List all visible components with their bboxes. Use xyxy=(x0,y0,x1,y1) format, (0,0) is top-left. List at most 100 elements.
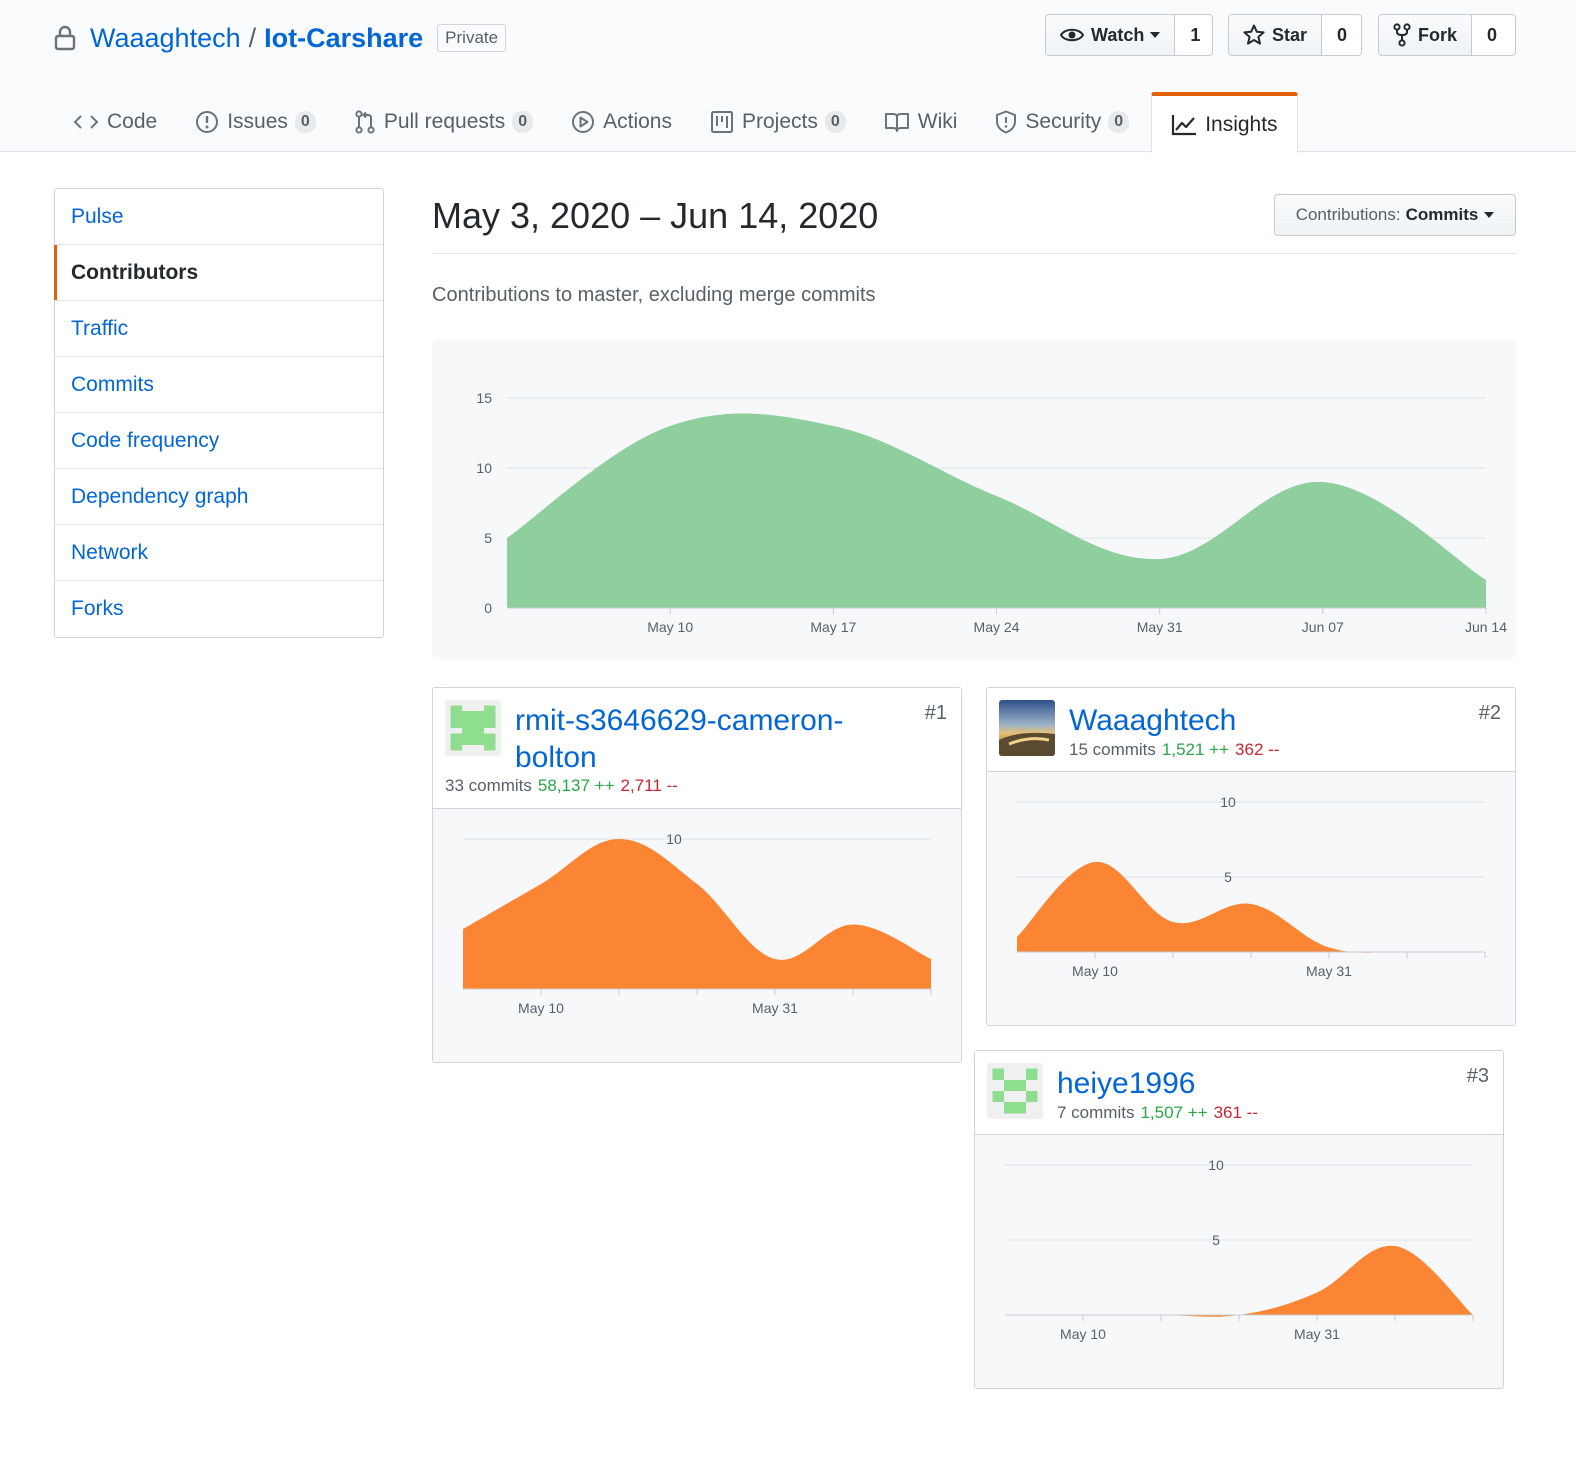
x-tick-label: May 31 xyxy=(1306,963,1352,979)
tab-wiki[interactable]: Wiki xyxy=(865,92,977,152)
contributor-name-link[interactable]: heiye1996 xyxy=(1057,1065,1195,1102)
tab-code[interactable]: Code xyxy=(54,92,176,152)
star-count[interactable]: 0 xyxy=(1322,15,1362,55)
pull-requests-counter: 0 xyxy=(512,111,534,133)
contributor-card-header: heiye1996 #3 7 commits 1,507 ++ 361 -- xyxy=(975,1051,1503,1135)
repo-name-link[interactable]: Iot-Carshare xyxy=(264,23,423,54)
identicon-avatar xyxy=(445,700,501,756)
y-tick-label: 10 xyxy=(1220,794,1236,810)
select-prefix: Contributions: xyxy=(1295,205,1401,224)
contributor-card-header: rmit-s3646629-cameron-bolton #1 33 commi… xyxy=(433,688,961,809)
issues-counter: 0 xyxy=(294,111,316,133)
book-icon xyxy=(884,113,909,132)
contributions-type-select[interactable]: Contributions: Commits xyxy=(1274,194,1516,236)
tab-actions-label: Actions xyxy=(603,110,672,133)
repo-owner-link[interactable]: Waaaghtech xyxy=(90,23,241,54)
commits-count-link[interactable]: 15 commits xyxy=(1069,740,1156,759)
contributor-stats: 15 commits 1,521 ++ 362 -- xyxy=(1069,740,1279,760)
tab-issues-label: Issues xyxy=(227,110,288,133)
date-range-heading: May 3, 2020 – Jun 14, 2020 xyxy=(432,195,879,236)
tab-actions[interactable]: Actions xyxy=(552,92,691,152)
contributor-card: heiye1996 #3 7 commits 1,507 ++ 361 -- 5 10… xyxy=(974,1050,1504,1389)
repo-title: Waaaghtech / Iot-Carshare Private xyxy=(54,18,507,58)
play-icon xyxy=(572,111,595,133)
contributor-stats: 33 commits 58,137 ++ 2,711 -- xyxy=(445,776,678,796)
fork-count[interactable]: 0 xyxy=(1472,15,1512,55)
sidebar-item-code-frequency[interactable]: Code frequency xyxy=(55,413,383,469)
code-icon xyxy=(73,115,99,129)
contributor-name-link[interactable]: Waaaghtech xyxy=(1069,702,1236,739)
watch-button[interactable]: Watch xyxy=(1046,15,1176,55)
graph-icon xyxy=(1172,114,1197,135)
tab-security[interactable]: Security 0 xyxy=(976,92,1148,152)
tab-wiki-label: Wiki xyxy=(917,110,958,133)
contributor-card-header: Waaaghtech #2 15 commits 1,521 ++ 362 -- xyxy=(987,688,1515,772)
select-value: Commits xyxy=(1405,205,1479,224)
y-tick-label: 15 xyxy=(476,390,492,406)
sidebar-item-contributors[interactable]: Contributors xyxy=(54,245,383,301)
x-tick-label: May 31 xyxy=(1294,1326,1340,1342)
x-tick-label: May 10 xyxy=(647,619,693,635)
commits-count-link[interactable]: 7 commits xyxy=(1057,1103,1134,1122)
tab-projects[interactable]: Projects 0 xyxy=(691,92,865,152)
avatar[interactable] xyxy=(999,700,1055,756)
y-tick-label: 10 xyxy=(476,460,492,476)
area-series xyxy=(507,413,1486,608)
tab-insights[interactable]: Insights xyxy=(1151,92,1298,153)
heading-divider xyxy=(432,253,1516,254)
deletions-count: 362 -- xyxy=(1235,740,1280,759)
avatar[interactable] xyxy=(987,1063,1043,1119)
contributor-area-chart: 5 10 May 10 May 31 xyxy=(1017,794,1486,979)
issue-icon xyxy=(196,111,219,133)
y-tick-label: 5 xyxy=(484,530,492,546)
tab-issues[interactable]: Issues 0 xyxy=(176,92,335,152)
overall-area-chart: 0 5 10 15 May 10 May 17 May 24 May 31 Jun 07 Jun … xyxy=(476,390,1507,635)
eye-icon xyxy=(1060,28,1084,42)
chevron-down-icon xyxy=(1484,212,1495,218)
deletions-count: 2,711 -- xyxy=(620,776,678,795)
watch-label: Watch xyxy=(1091,24,1145,45)
deletions-count: 361 -- xyxy=(1213,1103,1259,1122)
x-tick-label: May 10 xyxy=(1060,1326,1106,1342)
x-tick-label: May 10 xyxy=(1072,963,1118,979)
shield-icon xyxy=(996,110,1017,134)
y-tick-label: 5 xyxy=(1212,1232,1220,1248)
identicon-avatar xyxy=(987,1063,1043,1119)
additions-count: 58,137 ++ xyxy=(537,776,615,795)
sidebar-item-forks[interactable]: Forks xyxy=(55,581,383,637)
tab-pull-requests-label: Pull requests xyxy=(383,110,506,133)
fork-icon xyxy=(1393,23,1411,47)
avatar[interactable] xyxy=(445,700,501,756)
security-counter: 0 xyxy=(1108,111,1130,133)
tab-insights-label: Insights xyxy=(1205,112,1278,136)
star-group: Star 0 xyxy=(1228,14,1362,56)
watch-count[interactable]: 1 xyxy=(1175,15,1215,55)
x-tick-label: May 10 xyxy=(518,1000,564,1016)
sidebar-item-network[interactable]: Network xyxy=(55,525,383,581)
fork-button[interactable]: Fork xyxy=(1379,15,1473,55)
sidebar-item-commits[interactable]: Commits xyxy=(55,357,383,413)
contributor-name-link[interactable]: rmit-s3646629-cameron-bolton xyxy=(515,702,875,776)
star-icon xyxy=(1243,24,1265,45)
watch-group: Watch 1 xyxy=(1045,14,1213,56)
tab-pull-requests[interactable]: Pull requests 0 xyxy=(335,92,552,152)
commits-count-link[interactable]: 33 commits xyxy=(445,776,532,795)
contributor-card: rmit-s3646629-cameron-bolton #1 33 commi… xyxy=(432,687,962,1063)
sidebar-item-dependency-graph[interactable]: Dependency graph xyxy=(55,469,383,525)
overall-contributions-chart: 0 5 10 15 May 10 May 17 May 24 May 31 Jun 07 Jun … xyxy=(432,339,1516,659)
projects-counter: 0 xyxy=(824,111,846,133)
area-series xyxy=(1005,1245,1473,1317)
sidebar-item-pulse[interactable]: Pulse xyxy=(55,189,383,245)
tab-code-label: Code xyxy=(107,110,158,133)
chart-subtitle: Contributions to master, excluding merge… xyxy=(432,284,876,306)
photo-avatar xyxy=(999,700,1055,756)
contributor-area-chart: 5 10 May 10 May 31 xyxy=(1005,1157,1474,1342)
repo-nav: Code Issues 0 Pull requests 0 Actions Pr… xyxy=(54,92,1298,153)
tab-security-label: Security xyxy=(1025,110,1102,133)
lock-icon xyxy=(54,25,76,51)
pull-request-icon xyxy=(355,110,375,134)
chevron-down-icon xyxy=(1150,32,1161,38)
sidebar-item-traffic[interactable]: Traffic xyxy=(55,301,383,357)
x-tick-label: Jun 07 xyxy=(1302,619,1344,635)
star-button[interactable]: Star xyxy=(1229,15,1323,55)
